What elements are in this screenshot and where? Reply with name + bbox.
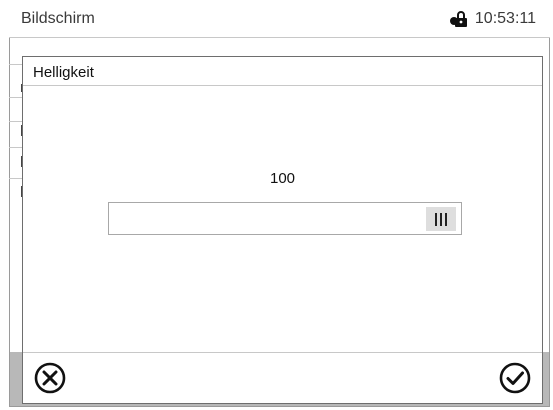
cancel-button[interactable]	[33, 361, 67, 395]
cancel-circle-x-icon	[34, 362, 66, 394]
background-divider	[9, 121, 23, 122]
grip-line	[445, 212, 447, 226]
dialog-footer	[23, 352, 542, 403]
lock-icon	[449, 11, 469, 27]
background-divider	[9, 147, 23, 148]
dialog-title: Helligkeit	[33, 64, 94, 81]
title-bar: Bildschirm 10:53:11	[9, 0, 550, 38]
grip-line	[435, 212, 437, 226]
brightness-dialog: Helligkeit 100	[22, 56, 543, 404]
background-divider	[9, 178, 23, 179]
slider-handle[interactable]	[426, 207, 456, 231]
background-divider	[9, 64, 23, 65]
grip-line	[440, 212, 442, 226]
background-divider	[9, 97, 23, 98]
brightness-value: 100	[269, 170, 296, 187]
confirm-circle-check-icon	[499, 362, 531, 394]
clock-time: 10:53:11	[474, 10, 536, 27]
confirm-button[interactable]	[498, 361, 532, 395]
dialog-header: Helligkeit	[23, 57, 542, 86]
screen-title: Bildschirm	[21, 10, 95, 27]
brightness-slider[interactable]	[108, 202, 462, 235]
status-area: 10:53:11	[449, 10, 536, 28]
